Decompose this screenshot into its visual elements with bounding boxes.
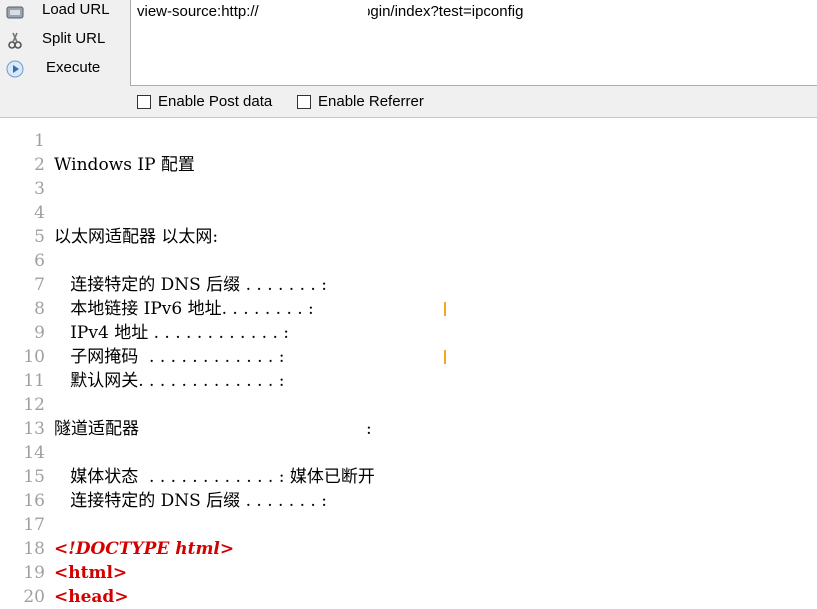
source-code-text: 连接特定的 DNS 后缀 . . . . . . . : bbox=[54, 275, 327, 295]
source-line: 4 bbox=[0, 201, 817, 225]
line-number: 1 bbox=[34, 131, 45, 151]
line-number: 3 bbox=[34, 179, 45, 199]
line-number: 4 bbox=[34, 203, 45, 223]
source-code-text: 隧道适配器 : bbox=[54, 419, 372, 439]
source-code-text: IPv4 地址 . . . . . . . . . . . . : bbox=[54, 323, 290, 343]
hackbar-toolbar: Load URL Split URL Execute view-source:h… bbox=[0, 0, 817, 118]
source-code-text: <html> bbox=[54, 563, 128, 583]
source-line: 17 bbox=[0, 513, 817, 537]
source-code-text: Windows IP 配置 bbox=[54, 155, 195, 175]
line-number: 7 bbox=[34, 275, 45, 295]
source-line: 12 bbox=[0, 393, 817, 417]
execute-label: Execute bbox=[46, 59, 101, 76]
line-number: 10 bbox=[23, 347, 45, 367]
source-code-text: 以太网适配器 以太网: bbox=[54, 227, 219, 247]
source-line: 13 隧道适配器 : bbox=[0, 417, 817, 441]
checkbox-box[interactable] bbox=[137, 94, 151, 109]
source-line: 8 本地链接 IPv6 地址. . . . . . . . : bbox=[0, 297, 817, 321]
source-line: 15 媒体状态 . . . . . . . . . . . . : 媒体已断开 bbox=[0, 465, 817, 489]
line-number: 16 bbox=[23, 491, 45, 511]
load-url-icon bbox=[6, 6, 24, 19]
load-url-label: Load URL bbox=[42, 1, 110, 18]
source-line: 14 bbox=[0, 441, 817, 465]
source-code-text: 默认网关. . . . . . . . . . . . . : bbox=[54, 371, 285, 391]
line-number: 18 bbox=[23, 539, 45, 559]
source-line: 5 以太网适配器 以太网: bbox=[0, 225, 817, 249]
execute-button[interactable]: Execute bbox=[0, 56, 128, 82]
source-line: 10 子网掩码 . . . . . . . . . . . . : bbox=[0, 345, 817, 369]
source-code-text: 媒体状态 . . . . . . . . . . . . : 媒体已断开 bbox=[54, 467, 375, 487]
play-circle-icon bbox=[6, 60, 24, 78]
source-line: 9 IPv4 地址 . . . . . . . . . . . . : bbox=[0, 321, 817, 345]
source-code-text: <head> bbox=[54, 587, 129, 607]
line-number: 11 bbox=[23, 371, 45, 391]
source-line: 11 默认网关. . . . . . . . . . . . . : bbox=[0, 369, 817, 393]
source-code-text: <!DOCTYPE html> bbox=[54, 539, 235, 559]
line-number: 2 bbox=[34, 155, 45, 175]
source-line: 7 连接特定的 DNS 后缀 . . . . . . . : bbox=[0, 273, 817, 297]
url-redaction bbox=[273, 1, 368, 23]
source-code-text: 本地链接 IPv6 地址. . . . . . . . : bbox=[54, 299, 314, 319]
line-number: 15 bbox=[23, 467, 45, 487]
source-line: 2 Windows IP 配置 bbox=[0, 153, 817, 177]
load-url-button[interactable]: Load URL bbox=[0, 0, 128, 24]
redaction-mark bbox=[444, 302, 446, 316]
line-number: 13 bbox=[23, 419, 45, 439]
source-line: 18 <!DOCTYPE html> bbox=[0, 537, 817, 561]
source-line: 19 <html> bbox=[0, 561, 817, 585]
line-number: 14 bbox=[23, 443, 45, 463]
page-source-view: 1 2 Windows IP 配置 3 4 5 以太网适配器 以太网: 6 7 连接特定的 DN… bbox=[0, 118, 817, 609]
source-line: 1 bbox=[0, 129, 817, 153]
split-url-button[interactable]: Split URL bbox=[0, 27, 128, 53]
line-number: 6 bbox=[34, 251, 45, 271]
line-number: 19 bbox=[23, 563, 45, 583]
enable-post-label: Enable Post data bbox=[158, 93, 273, 110]
source-code-text: 子网掩码 . . . . . . . . . . . . : bbox=[54, 347, 285, 367]
enable-referrer-label: Enable Referrer bbox=[318, 93, 424, 110]
source-line: 20 <head> bbox=[0, 585, 817, 609]
line-number: 12 bbox=[23, 395, 45, 415]
enable-post-checkbox[interactable]: Enable Post data bbox=[137, 93, 272, 110]
checkbox-box[interactable] bbox=[297, 94, 311, 109]
line-number: 9 bbox=[34, 323, 45, 343]
source-line: 3 bbox=[0, 177, 817, 201]
source-code-text: 连接特定的 DNS 后缀 . . . . . . . : bbox=[54, 491, 327, 511]
line-number: 5 bbox=[34, 227, 45, 247]
split-url-label: Split URL bbox=[42, 30, 106, 47]
source-line: 16 连接特定的 DNS 后缀 . . . . . . . : bbox=[0, 489, 817, 513]
scissors-icon bbox=[8, 32, 22, 49]
source-line: 6 bbox=[0, 249, 817, 273]
redaction-mark bbox=[444, 350, 446, 364]
enable-referrer-checkbox[interactable]: Enable Referrer bbox=[297, 93, 424, 110]
line-number: 8 bbox=[34, 299, 45, 319]
url-textarea[interactable]: view-source:http:// /login/index?test=ip… bbox=[130, 0, 817, 86]
line-number: 20 bbox=[23, 587, 45, 607]
line-number: 17 bbox=[23, 515, 45, 535]
